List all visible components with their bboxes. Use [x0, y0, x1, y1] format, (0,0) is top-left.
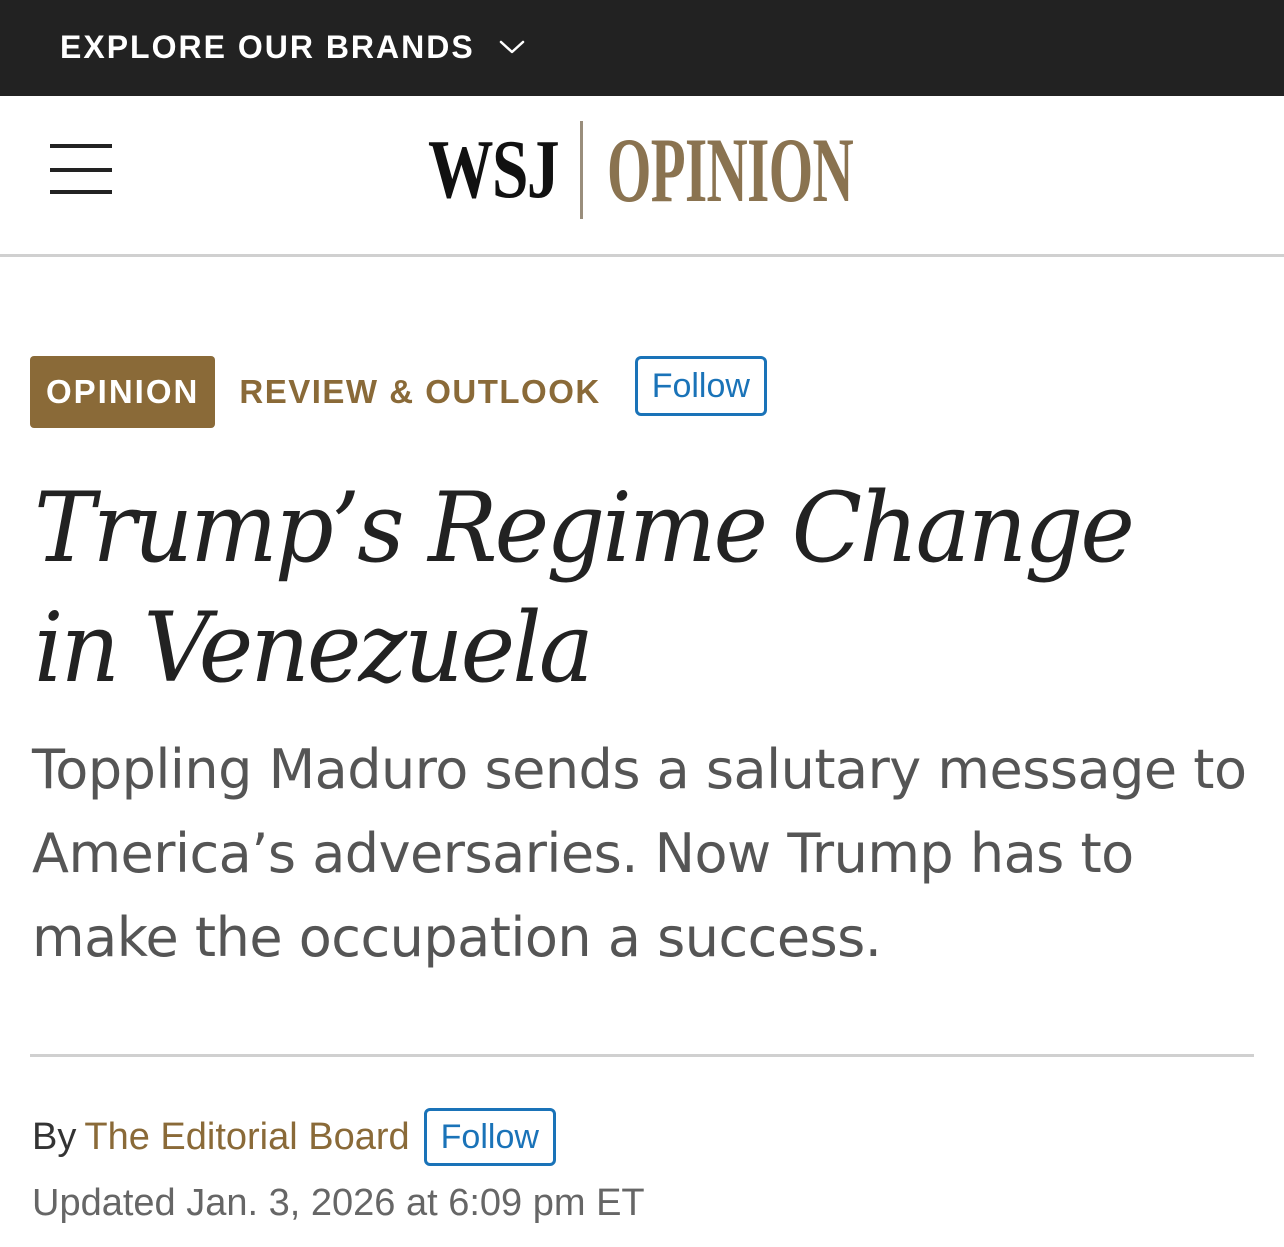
explore-brands-label: EXPLORE OUR BRANDS: [60, 28, 475, 65]
chevron-down-icon: [499, 40, 524, 54]
explore-brands-button[interactable]: EXPLORE OUR BRANDS: [60, 24, 525, 70]
logo-wsj: WSJ: [428, 123, 560, 216]
updated-timestamp: Updated Jan. 3, 2026 at 6:09 pm ET: [32, 1182, 645, 1224]
wsj-opinion-logo[interactable]: WSJ OPINION: [428, 118, 1004, 222]
logo-opinion: OPINION: [607, 119, 854, 221]
section-label-row: OPINION REVIEW & OUTLOOK Follow: [30, 356, 767, 428]
brand-bar: EXPLORE OUR BRANDS: [0, 0, 1284, 96]
follow-section-button[interactable]: Follow: [634, 356, 767, 416]
byline-prefix: By: [32, 1115, 77, 1158]
follow-author-button[interactable]: Follow: [423, 1108, 556, 1166]
masthead: WSJ OPINION: [0, 96, 1284, 257]
byline: By The Editorial Board Follow: [32, 1108, 556, 1166]
review-outlook-link[interactable]: REVIEW & OUTLOOK: [239, 373, 600, 411]
article-headline: Trump’s Regime Change in Venezuela: [34, 472, 1135, 704]
hamburger-menu-icon[interactable]: [50, 144, 112, 198]
opinion-badge[interactable]: OPINION: [30, 356, 216, 428]
divider: [30, 1054, 1254, 1057]
logo-divider: [580, 121, 583, 219]
author-link[interactable]: The Editorial Board: [84, 1116, 409, 1159]
article-dek: Toppling Maduro sends a salutary message…: [32, 738, 1247, 969]
